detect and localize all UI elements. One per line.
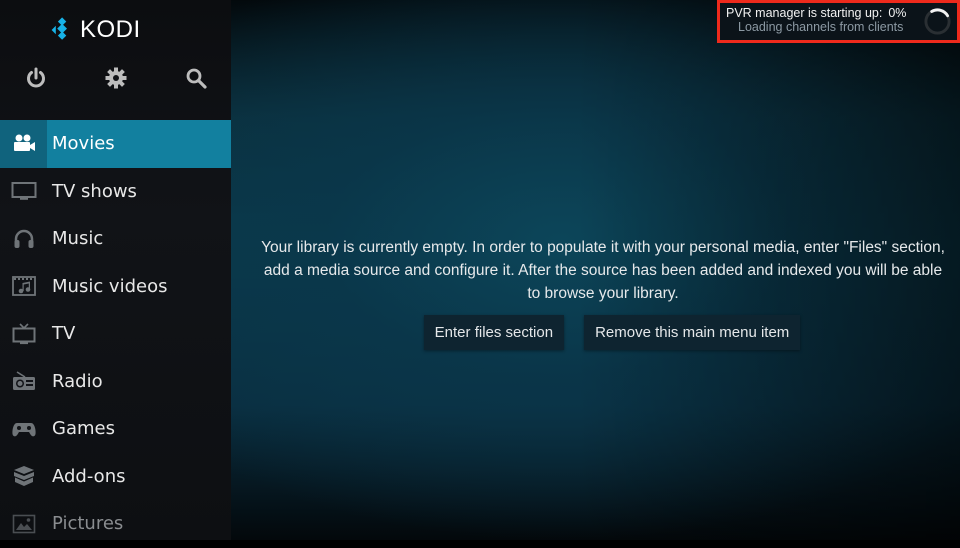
- menu-item-label: Add-ons: [52, 465, 126, 487]
- menu-item-tv-shows[interactable]: TV shows: [0, 168, 231, 216]
- menu-item-movies[interactable]: Movies: [0, 120, 231, 168]
- pvr-progress-text: 0%: [888, 6, 907, 20]
- menu-item-music-videos[interactable]: Music videos: [0, 263, 231, 311]
- gamepad-icon: [11, 422, 36, 437]
- loading-spinner-icon: [924, 8, 951, 35]
- menu-item-label: TV: [52, 323, 76, 345]
- menu-item-label: TV shows: [52, 180, 137, 202]
- tv-shows-icon: [11, 182, 36, 201]
- menu-item-games[interactable]: Games: [0, 405, 231, 453]
- radio-icon: [12, 371, 35, 391]
- movie-camera-icon: [13, 134, 35, 151]
- main-menu: Movies TV shows Music Music videos TV Ra…: [0, 120, 231, 548]
- top-icons-bar: [0, 66, 231, 96]
- search-icon: [186, 68, 207, 89]
- menu-item-label: Music videos: [52, 275, 168, 297]
- menu-item-addons[interactable]: Add-ons: [0, 453, 231, 501]
- music-video-icon: [11, 276, 36, 297]
- pvr-notification: PVR manager is starting up: 0% Loading ch…: [717, 0, 960, 43]
- pvr-subtitle: Loading channels from clients: [738, 20, 904, 34]
- pvr-title-text: PVR manager is starting up:: [726, 6, 883, 20]
- power-button[interactable]: [24, 66, 48, 90]
- tv-icon: [12, 323, 35, 344]
- menu-item-label: Movies: [52, 133, 115, 155]
- remove-menu-item-button[interactable]: Remove this main menu item: [584, 315, 801, 350]
- addons-box-icon: [13, 466, 34, 487]
- pictures-icon: [12, 514, 35, 534]
- sidebar: KODI Movies TV shows Music Music videos …: [0, 0, 231, 540]
- empty-library-message: Your library is currently empty. In orde…: [261, 239, 945, 302]
- menu-item-music[interactable]: Music: [0, 215, 231, 263]
- menu-item-radio[interactable]: Radio: [0, 358, 231, 406]
- menu-item-tv[interactable]: TV: [0, 310, 231, 358]
- settings-button[interactable]: [104, 66, 128, 90]
- menu-item-label: Music: [52, 228, 104, 250]
- enter-files-section-button[interactable]: Enter files section: [423, 315, 565, 350]
- search-button[interactable]: [184, 66, 208, 90]
- kodi-logo: KODI: [46, 16, 141, 43]
- action-buttons: Enter files section Remove this main men…: [232, 315, 960, 350]
- content-area: Your library is currently empty. In orde…: [232, 0, 960, 540]
- power-icon: [27, 67, 45, 88]
- menu-item-pictures[interactable]: Pictures: [0, 500, 231, 548]
- kodi-logo-icon: [51, 17, 67, 40]
- menu-item-label: Games: [52, 418, 115, 440]
- settings-icon: [105, 67, 127, 89]
- headphones-icon: [14, 229, 33, 248]
- app-name: KODI: [80, 16, 141, 43]
- pvr-title: PVR manager is starting up: 0%: [726, 6, 906, 20]
- menu-item-label: Radio: [52, 370, 103, 392]
- menu-item-label: Pictures: [52, 513, 124, 535]
